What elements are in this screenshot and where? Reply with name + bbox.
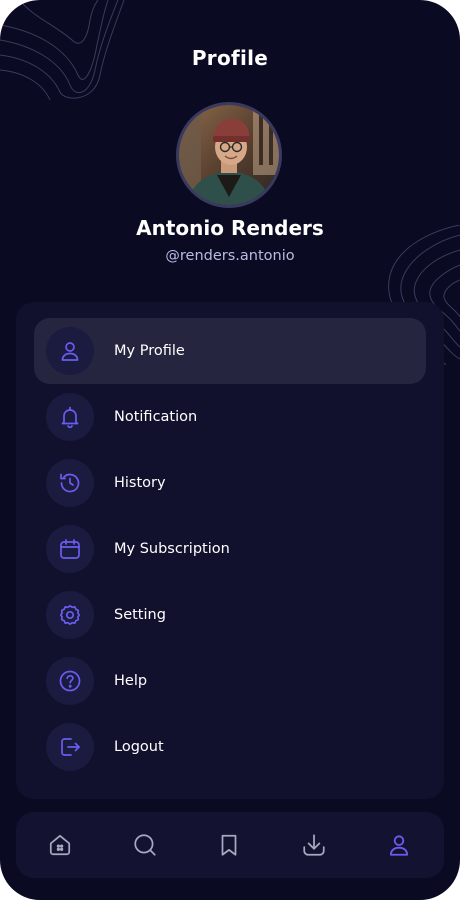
- menu-item-notification[interactable]: Notification: [34, 384, 426, 450]
- nav-search-button[interactable]: [125, 825, 165, 865]
- menu-item-history[interactable]: History: [34, 450, 426, 516]
- menu-icon-container: [46, 393, 94, 441]
- menu-icon-container: [46, 525, 94, 573]
- bottom-navigation: [16, 812, 444, 878]
- nav-home-button[interactable]: [40, 825, 80, 865]
- menu-item-label: Help: [114, 673, 148, 689]
- page-title: Profile: [191, 46, 269, 70]
- menu-card: My Profile Notification History My Subsc…: [16, 302, 444, 799]
- menu-icon-container: [46, 327, 94, 375]
- phone-screen: Profile Antonio Renders @renders.antonio…: [0, 0, 460, 900]
- search-icon: [134, 834, 156, 856]
- help-icon: [59, 670, 81, 692]
- gear-icon: [59, 604, 81, 626]
- avatar-photo: [179, 105, 279, 205]
- user-icon: [389, 835, 409, 856]
- menu-item-help[interactable]: Help: [34, 648, 426, 714]
- logout-icon: [61, 738, 80, 756]
- menu-item-my-subscription[interactable]: My Subscription: [34, 516, 426, 582]
- menu-item-label: History: [114, 475, 166, 491]
- menu-item-label: Setting: [114, 607, 166, 623]
- nav-profile-button[interactable]: [379, 825, 419, 865]
- user-icon: [61, 342, 79, 361]
- menu-item-logout[interactable]: Logout: [34, 714, 426, 780]
- avatar[interactable]: [176, 102, 282, 208]
- user-name: Antonio Renders: [136, 216, 324, 240]
- user-handle: @renders.antonio: [165, 248, 295, 264]
- menu-item-label: Logout: [114, 739, 164, 755]
- menu-icon-container: [46, 657, 94, 705]
- history-icon: [60, 473, 80, 493]
- home-icon: [49, 834, 71, 856]
- menu-item-label: My Subscription: [114, 541, 230, 557]
- menu-item-setting[interactable]: Setting: [34, 582, 426, 648]
- calendar-icon: [60, 539, 80, 559]
- menu-icon-container: [46, 459, 94, 507]
- download-icon: [303, 834, 325, 856]
- menu-item-label: My Profile: [114, 343, 185, 359]
- menu-item-label: Notification: [114, 409, 198, 425]
- menu-icon-container: [46, 723, 94, 771]
- menu-icon-container: [46, 591, 94, 639]
- bookmark-icon: [221, 834, 237, 856]
- bell-icon: [61, 406, 79, 429]
- nav-bookmark-button[interactable]: [209, 825, 249, 865]
- nav-download-button[interactable]: [294, 825, 334, 865]
- menu-item-my-profile[interactable]: My Profile: [34, 318, 426, 384]
